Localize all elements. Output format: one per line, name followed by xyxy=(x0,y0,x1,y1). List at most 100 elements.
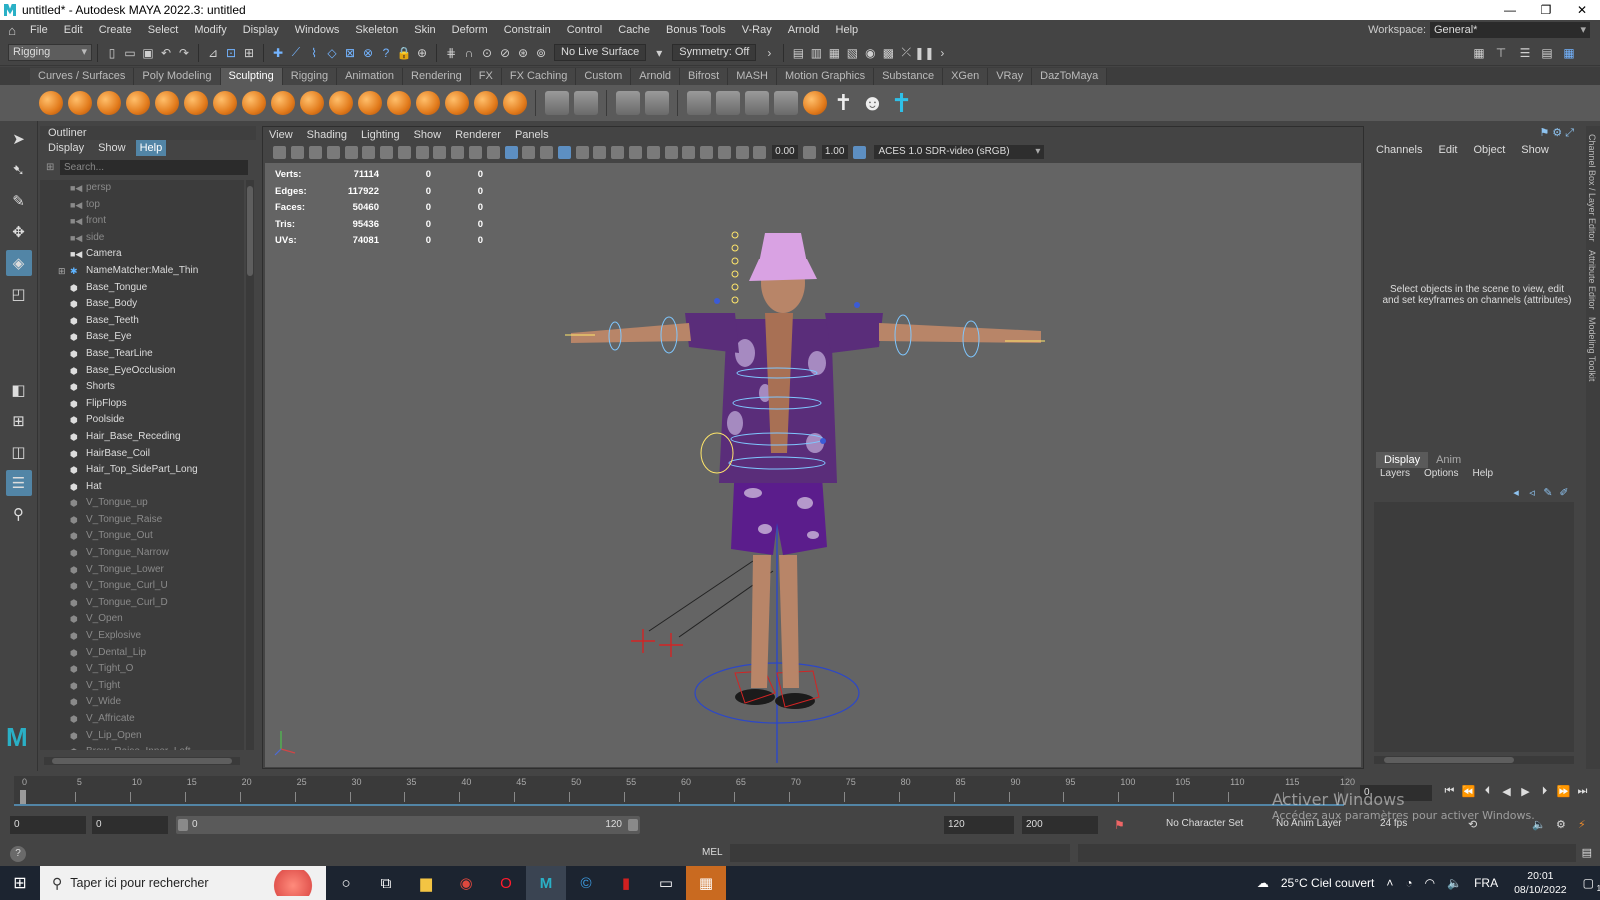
xray-joints-icon[interactable] xyxy=(717,145,731,159)
volume-icon[interactable]: 🔈 xyxy=(1447,876,1462,890)
wax-tool-icon[interactable] xyxy=(328,91,353,115)
open-scene-icon[interactable]: ▭ xyxy=(122,45,138,61)
weather-icon[interactable]: ☁ xyxy=(1257,876,1269,890)
chrome-icon[interactable]: ◉ xyxy=(446,866,486,900)
chevron-right-icon[interactable]: › xyxy=(934,45,950,61)
image-plane-icon[interactable] xyxy=(326,145,340,159)
shelf-tab-vray[interactable]: VRay xyxy=(988,68,1033,85)
new-layer-selected-icon[interactable]: ✐ xyxy=(1556,486,1572,499)
play-forwards-icon[interactable]: ▶ xyxy=(1516,785,1535,798)
playback-end-field[interactable]: 120 xyxy=(944,816,1014,834)
symmetry-field[interactable]: Symmetry: Off xyxy=(672,44,757,61)
file-explorer-icon[interactable]: ▆ xyxy=(406,866,446,900)
language-indicator[interactable]: FRA xyxy=(1474,876,1498,890)
bookmark-icon[interactable] xyxy=(308,145,322,159)
viewport-menu-lighting[interactable]: Lighting xyxy=(361,127,400,143)
safe-action-icon[interactable] xyxy=(433,145,447,159)
attribute-editor-icon[interactable]: ☰ xyxy=(1517,45,1533,61)
menu-skeleton[interactable]: Skeleton xyxy=(347,20,406,40)
home-icon[interactable]: ⌂ xyxy=(2,20,22,40)
shelf-tab-arnold[interactable]: Arnold xyxy=(631,68,681,85)
script-editor-icon[interactable]: ▤ xyxy=(1582,846,1592,859)
task-view-icon[interactable]: ⧉ xyxy=(366,866,406,900)
mask-joints-icon[interactable]: ⟋ xyxy=(288,45,304,61)
new-scene-icon[interactable]: ▯ xyxy=(104,45,120,61)
outliner-item[interactable]: ■◀ side xyxy=(40,230,244,247)
undo-icon[interactable]: ↶ xyxy=(158,45,174,61)
wireframe-icon[interactable] xyxy=(486,145,500,159)
render-settings-icon[interactable]: ▧ xyxy=(844,45,860,61)
mask-deformers-icon[interactable]: ⊠ xyxy=(342,45,358,61)
lock-camera-icon[interactable] xyxy=(344,145,358,159)
use-all-lights-icon[interactable] xyxy=(575,145,589,159)
select-tool-icon[interactable]: ➤ xyxy=(6,126,32,152)
edit-menu[interactable]: Edit xyxy=(1438,144,1457,156)
shelf-tab-poly-modeling[interactable]: Poly Modeling xyxy=(134,68,221,85)
hypershade-icon[interactable]: ◉ xyxy=(862,45,878,61)
range-start-handle[interactable] xyxy=(178,819,188,831)
render-sequence-icon[interactable]: ▥ xyxy=(808,45,824,61)
snap-surface-icon[interactable]: ⊛ xyxy=(515,45,531,61)
shelf-tab-rendering[interactable]: Rendering xyxy=(403,68,471,85)
weather-text[interactable]: 25°C Ciel couvert xyxy=(1281,876,1375,890)
shelf-tab-bifrost[interactable]: Bifrost xyxy=(680,68,729,85)
channels-menu[interactable]: Channels xyxy=(1376,144,1422,156)
rotate-tool-icon[interactable]: ◈ xyxy=(5,250,32,276)
outliner-item[interactable]: ⬢ Poolside xyxy=(40,412,244,429)
rig-figure-icon[interactable]: ✝ xyxy=(890,90,914,116)
close-button[interactable]: ✕ xyxy=(1564,0,1600,20)
ccleaner-icon[interactable]: © xyxy=(566,866,606,900)
outliner-item[interactable]: ⬢ V_Tight_O xyxy=(40,661,244,678)
outliner-layout-icon[interactable]: ☰ xyxy=(5,470,32,496)
gamma-icon[interactable] xyxy=(803,145,817,159)
windows-start-icon[interactable]: ⊞ xyxy=(0,866,40,900)
sound-icon[interactable]: 🔈 xyxy=(1532,818,1546,831)
move-layer-up-icon[interactable]: ◂ xyxy=(1508,486,1524,499)
menu-display[interactable]: Display xyxy=(235,20,287,40)
menu-control[interactable]: Control xyxy=(559,20,610,40)
freeze-tool-icon[interactable] xyxy=(544,91,569,115)
side-tab-attribute-editor[interactable]: Attribute Editor xyxy=(1587,250,1597,310)
layer-help-menu[interactable]: Help xyxy=(1472,468,1493,479)
outliner-item[interactable]: ⬢ Base_TearLine xyxy=(40,346,244,363)
photos-icon[interactable]: ▭ xyxy=(646,866,686,900)
grid-icon[interactable] xyxy=(468,145,482,159)
shelf-tab-sculpting[interactable]: Sculpting xyxy=(220,68,283,85)
maya-taskbar-icon[interactable]: M xyxy=(526,866,566,900)
filter-icon[interactable]: ⊞ xyxy=(46,162,60,173)
play-backwards-icon[interactable]: ◀ xyxy=(1497,785,1516,798)
shadows-icon[interactable] xyxy=(593,145,607,159)
menu-vray[interactable]: V-Ray xyxy=(734,20,780,40)
exposure-icon[interactable] xyxy=(753,145,767,159)
grab-tool-icon[interactable] xyxy=(125,91,150,115)
snap-curve-icon[interactable]: ∩ xyxy=(461,45,477,61)
outliner-item[interactable]: ⬢ FlipFlops xyxy=(40,396,244,413)
shelf-tab-mash[interactable]: MASH xyxy=(728,68,777,85)
daz-settings-icon[interactable] xyxy=(744,91,769,115)
paint-select-icon[interactable]: ✎ xyxy=(6,188,32,214)
mask-dynamics-icon[interactable]: ⊗ xyxy=(360,45,376,61)
outliner-item[interactable]: ⬢ V_Tongue_Curl_U xyxy=(40,578,244,595)
pinch-tool-icon[interactable] xyxy=(154,91,179,115)
anti-aliasing-icon[interactable] xyxy=(646,145,660,159)
viewport-menu-shading[interactable]: Shading xyxy=(307,127,347,143)
outliner-item[interactable]: ⬢ V_Tongue_Curl_D xyxy=(40,595,244,612)
color-space-dropdown[interactable]: ACES 1.0 SDR-video (sRGB) xyxy=(874,145,1045,159)
shelf-tab-rigging[interactable]: Rigging xyxy=(282,68,338,85)
select-camera-icon[interactable] xyxy=(273,145,287,159)
daz-cleanup-icon[interactable] xyxy=(773,91,798,115)
viewport-menu-show[interactable]: Show xyxy=(414,127,442,143)
smear-tool-icon[interactable] xyxy=(444,91,469,115)
menu-file[interactable]: File xyxy=(22,20,56,40)
safe-title-icon[interactable] xyxy=(451,145,465,159)
shelf-tab-curves-surfaces[interactable]: Curves / Surfaces xyxy=(30,68,135,85)
step-forward-frame-icon[interactable]: ⏵ xyxy=(1535,785,1554,798)
outliner-item[interactable]: ⬢ Base_EyeOcclusion xyxy=(40,363,244,380)
outliner-item[interactable]: ⬢ Hat xyxy=(40,479,244,496)
bulge-tool-icon[interactable] xyxy=(473,91,498,115)
shelf-tab-xgen[interactable]: XGen xyxy=(943,68,989,85)
animation-start-field[interactable]: 0 xyxy=(10,816,86,834)
outliner-item[interactable]: ⬢ V_Tongue_Raise xyxy=(40,512,244,529)
range-bar[interactable]: 0 120 xyxy=(176,816,640,834)
outliner-item[interactable]: ⬢ V_Tongue_Out xyxy=(40,528,244,545)
